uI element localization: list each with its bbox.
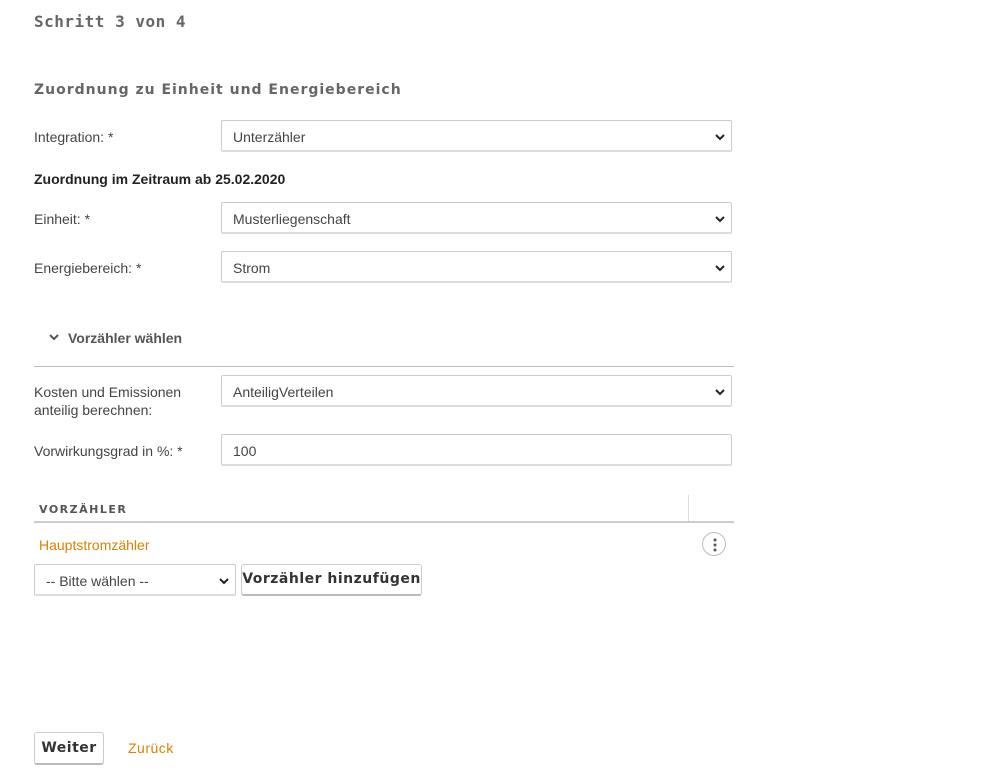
- chevron-down-icon: [217, 574, 231, 588]
- chevron-down-icon: [48, 329, 60, 341]
- costs-select[interactable]: AnteiligVerteilen: [221, 375, 732, 407]
- section-title: Zuordnung zu Einheit und Energiebereich: [34, 82, 402, 98]
- premeter-select[interactable]: -- Bitte wählen --: [34, 564, 236, 596]
- energy-label: Energiebereich: *: [34, 260, 142, 276]
- step-indicator: Schritt 3 von 4: [34, 12, 186, 31]
- premeter-table-header: VORZÄHLER: [34, 495, 734, 523]
- divider: [34, 366, 734, 367]
- premeter-toggle[interactable]: Vorzähler wählen: [48, 329, 182, 346]
- column-separator: [688, 495, 689, 521]
- chevron-down-icon: [713, 385, 727, 399]
- add-premeter-button[interactable]: Vorzähler hinzufügen: [241, 564, 422, 596]
- costs-row: Kosten und Emissionen anteilig berechnen…: [34, 375, 734, 418]
- unit-label: Einheit: *: [34, 211, 91, 227]
- efficiency-input[interactable]: 100: [221, 434, 732, 466]
- chevron-down-icon: [713, 261, 727, 275]
- premeter-select-value: -- Bitte wählen --: [46, 573, 149, 589]
- chevron-down-icon: [713, 130, 727, 144]
- more-vertical-icon[interactable]: [702, 532, 726, 556]
- period-heading: Zuordnung im Zeitraum ab 25.02.2020: [34, 171, 286, 187]
- energy-select[interactable]: Strom: [221, 251, 732, 283]
- table-row-link[interactable]: Hauptstromzähler: [39, 537, 150, 553]
- integration-label: Integration: *: [34, 129, 114, 145]
- efficiency-row: Vorwirkungsgrad in %: * 100: [34, 434, 734, 468]
- energy-value: Strom: [233, 260, 271, 276]
- premeter-toggle-label: Vorzähler wählen: [68, 330, 183, 346]
- column-header-premeter: VORZÄHLER: [39, 503, 128, 516]
- chevron-down-icon: [713, 212, 727, 226]
- efficiency-label: Vorwirkungsgrad in %: *: [34, 443, 183, 459]
- energy-row: Energiebereich: * Strom: [34, 251, 734, 285]
- unit-row: Einheit: * Musterliegenschaft: [34, 202, 734, 236]
- integration-row: Integration: * Unterzähler: [34, 120, 734, 154]
- unit-select[interactable]: Musterliegenschaft: [221, 202, 732, 234]
- unit-value: Musterliegenschaft: [233, 211, 351, 227]
- costs-label: Kosten und Emissionen anteilig berechnen…: [34, 384, 182, 418]
- integration-select[interactable]: Unterzähler: [221, 120, 732, 152]
- next-button[interactable]: Weiter: [34, 732, 104, 765]
- integration-value: Unterzähler: [233, 129, 306, 145]
- back-link[interactable]: Zurück: [128, 740, 174, 756]
- efficiency-value: 100: [233, 443, 257, 459]
- costs-value: AnteiligVerteilen: [233, 384, 334, 400]
